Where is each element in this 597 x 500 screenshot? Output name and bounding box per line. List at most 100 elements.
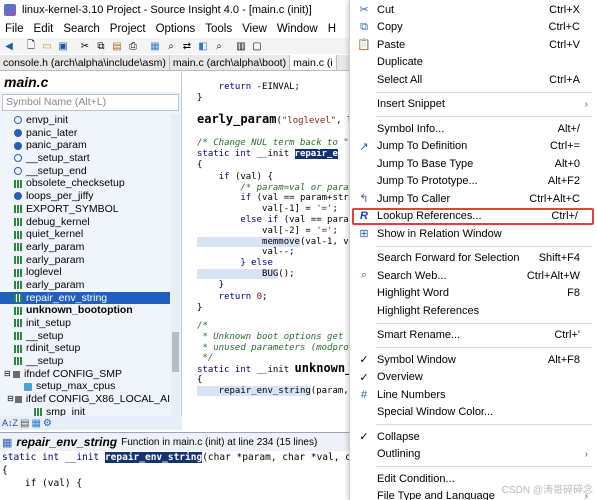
new-file-icon[interactable]: 🗋: [24, 40, 38, 53]
menu-item-line-numbers[interactable]: # Line Numbers: [350, 386, 597, 403]
menu-item-label: Outlining: [377, 448, 421, 460]
symbol-list-item[interactable]: __setup_start: [0, 152, 170, 165]
menu-item-label: Paste: [377, 38, 406, 51]
menu-item-label: Symbol Info...: [377, 122, 445, 135]
symbol-list-item[interactable]: repair_env_string: [0, 291, 170, 305]
file-tab[interactable]: main.c (arch\alpha\boot): [170, 55, 291, 70]
symbol-list-item[interactable]: setup_max_cpus: [0, 380, 170, 393]
symbol-list-item[interactable]: unknown_bootoption: [0, 304, 170, 317]
symbol-label: early_param: [26, 240, 85, 253]
menu-item-collapse[interactable]: ✓ Collapse: [350, 428, 597, 445]
symbol-list-item[interactable]: EXPORT_SYMBOL: [0, 203, 170, 216]
cut-icon[interactable]: ✂: [78, 40, 92, 53]
symbol-search-input[interactable]: Symbol Name (Alt+L): [2, 94, 179, 111]
symbol-list-item[interactable]: early_param: [0, 241, 170, 254]
submenu-arrow-icon: ›: [584, 98, 588, 110]
menu-item-cut[interactable]: ✂ Cut Ctrl+X: [350, 1, 597, 18]
paste-icon[interactable]: ▤: [110, 40, 124, 53]
symbol-list-item[interactable]: panic_param: [0, 139, 170, 152]
bookmark-icon[interactable]: ◧: [196, 40, 210, 53]
window-icon[interactable]: ▢: [250, 40, 264, 53]
symbol-list-item[interactable]: init_setup: [0, 317, 170, 330]
sort-alphabetical-icon[interactable]: A↕Z: [2, 418, 18, 428]
open-file-icon[interactable]: ▭: [40, 40, 54, 53]
menu-item-paste[interactable]: 📋 Paste Ctrl+V: [350, 36, 597, 53]
print-icon[interactable]: ⎙: [126, 40, 140, 53]
menu-item-symbol-info[interactable]: Symbol Info... Alt+/: [350, 120, 597, 137]
menu-search[interactable]: Search: [58, 23, 104, 35]
symbol-list-item[interactable]: smp_init: [0, 406, 170, 416]
jump-definition-icon: ↗: [359, 140, 369, 153]
menu-options[interactable]: Options: [151, 23, 201, 35]
code-line: }: [197, 93, 202, 104]
code-editor[interactable]: return -EINVAL;} early_param("loglevel", …: [183, 72, 350, 430]
menu-file[interactable]: File: [0, 23, 29, 35]
menu-item-select-all[interactable]: Select All Ctrl+A: [350, 71, 597, 88]
menu-item-highlight-word[interactable]: Highlight Word F8: [350, 285, 597, 302]
menu-item-jump-to-caller[interactable]: ↰ Jump To Caller Ctrl+Alt+C: [350, 190, 597, 207]
menu-item-jump-to-definition[interactable]: ↗ Jump To Definition Ctrl+=: [350, 138, 597, 155]
menu-item-highlight-references[interactable]: Highlight References: [350, 302, 597, 319]
symbol-label: ifdef CONFIG_X86_LOCAL_AI: [25, 393, 170, 406]
menu-item-duplicate[interactable]: Duplicate: [350, 54, 597, 71]
symbol-list-item[interactable]: ⊟ ifdef CONFIG_X86_LOCAL_AI: [0, 393, 170, 406]
menu-item-overview[interactable]: ✓ Overview: [350, 369, 597, 386]
image-icon[interactable]: ▦: [148, 40, 162, 53]
menu-item-search-web[interactable]: ⌕ Search Web... Ctrl+Alt+W: [350, 267, 597, 284]
find-icon[interactable]: ⌕: [164, 40, 178, 53]
symbol-list-scrollbar[interactable]: [171, 114, 180, 416]
back-arrow-icon[interactable]: ◀: [2, 40, 16, 53]
menu-item-lookup-references[interactable]: R Lookup References... Ctrl+/: [352, 207, 594, 225]
symbol-list-item[interactable]: ⊟ ifndef CONFIG_SMP: [0, 368, 170, 381]
symbol-list-item[interactable]: loops_per_jiffy: [0, 190, 170, 203]
editor-context-menu: ✂ Cut Ctrl+X ⧉ Copy Ctrl+C 📋 Paste Ctrl+V Duplica…: [349, 0, 597, 500]
symbol-label: early_param: [26, 253, 85, 266]
save-icon[interactable]: ▣: [56, 40, 70, 53]
search-files-icon[interactable]: ⌕: [212, 40, 226, 53]
menu-item-search-forward-for-selection[interactable]: Search Forward for Selection Shift+F4: [350, 250, 597, 267]
symbol-list-item[interactable]: quiet_kernel: [0, 228, 170, 241]
sort-icon[interactable]: ▤: [20, 418, 29, 429]
menu-edit[interactable]: Edit: [29, 23, 59, 35]
symbol-list-item[interactable]: __setup_end: [0, 165, 170, 178]
menu-project[interactable]: Project: [105, 23, 151, 35]
menu-item-show-in-relation-window[interactable]: ⊞ Show in Relation Window: [350, 225, 597, 242]
symbol-list-item[interactable]: envp_init: [0, 114, 170, 127]
symbol-list-item[interactable]: __setup: [0, 330, 170, 343]
menu-item-symbol-window[interactable]: ✓ Symbol Window Alt+F8: [350, 351, 597, 368]
menu-item-label: Search Web...: [377, 269, 447, 282]
menu-item-copy[interactable]: ⧉ Copy Ctrl+C: [350, 19, 597, 36]
symbol-list-item[interactable]: rdinit_setup: [0, 342, 170, 355]
menu-window[interactable]: Window: [272, 23, 323, 35]
copy-icon[interactable]: ⧉: [94, 40, 108, 53]
toolbar-separator: [228, 40, 232, 53]
jump-caller-icon: ↰: [359, 193, 369, 205]
symbol-list-item[interactable]: early_param: [0, 279, 170, 292]
filter-icon[interactable]: ▦: [31, 418, 40, 429]
menu-item-jump-to-prototype[interactable]: Jump To Prototype... Alt+F2: [350, 173, 597, 190]
menu-item-insert-snippet[interactable]: Insert Snippet ›: [350, 96, 597, 113]
menu-view[interactable]: View: [237, 23, 272, 35]
file-tab[interactable]: main.c (i: [290, 55, 337, 70]
replace-icon[interactable]: ⇄: [180, 40, 194, 53]
layout-icon[interactable]: ▥: [234, 40, 248, 53]
menu-h[interactable]: H: [323, 23, 341, 35]
menu-item-special-window-color[interactable]: Special Window Color...: [350, 404, 597, 421]
collapse-toggle-icon[interactable]: ⊟: [7, 393, 14, 406]
settings-icon[interactable]: ⚙: [43, 418, 52, 429]
symbol-list-item[interactable]: loglevel: [0, 266, 170, 279]
collapse-toggle-icon[interactable]: ⊟: [4, 368, 12, 381]
menu-item-outlining[interactable]: Outlining ›: [350, 446, 597, 463]
symbol-list-item[interactable]: panic_later: [0, 127, 170, 140]
menu-item-smart-rename[interactable]: Smart Rename... Ctrl+': [350, 327, 597, 344]
symbol-list-item[interactable]: early_param: [0, 254, 170, 267]
scrollbar-thumb[interactable]: [172, 332, 179, 372]
menu-tools[interactable]: Tools: [200, 23, 237, 35]
symbol-list-item[interactable]: debug_kernel: [0, 216, 170, 229]
file-tab[interactable]: console.h (arch\alpha\include\asm): [0, 55, 170, 70]
symbol-list-item[interactable]: __setup: [0, 355, 170, 368]
symbol-list-item[interactable]: obsolete_checksetup: [0, 177, 170, 190]
code-line: early_param("loglevel", lo: [197, 113, 350, 127]
menu-item-jump-to-base-type[interactable]: Jump To Base Type Alt+0: [350, 155, 597, 172]
symbol-label: init_setup: [26, 317, 71, 329]
